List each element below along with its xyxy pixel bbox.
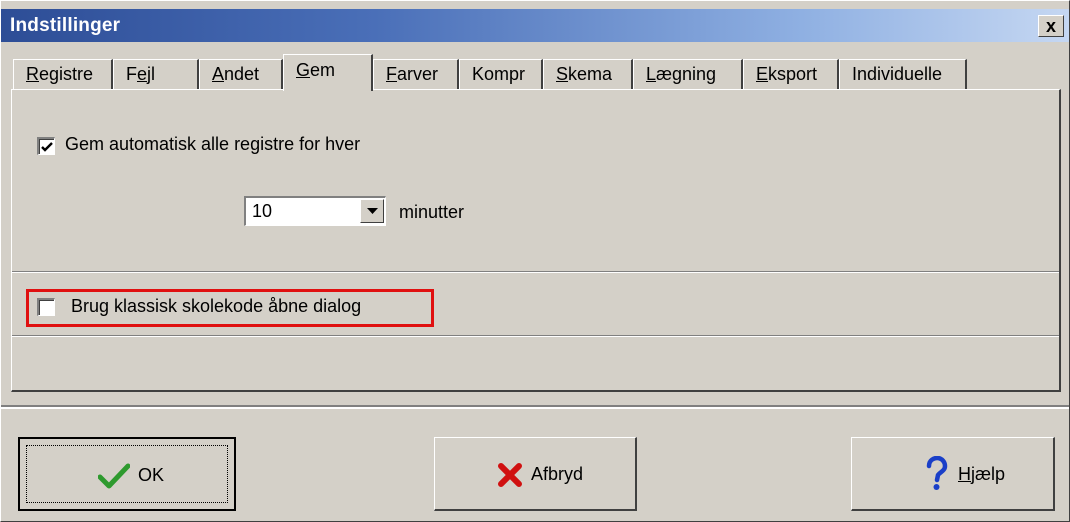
dropdown-button[interactable]	[360, 199, 384, 223]
green-check-icon	[98, 463, 130, 489]
dialog-title: Indstillinger	[10, 15, 121, 36]
tab-kompr[interactable]: Kompr	[459, 59, 543, 89]
autosave-label: Gem automatisk alle registre for hver	[65, 134, 361, 154]
tab-eksport[interactable]: Eksport	[743, 59, 839, 89]
tab-individuelle[interactable]: Individuelle	[839, 59, 967, 89]
tab-laegning[interactable]: Lægning	[633, 59, 743, 89]
checkmark-icon	[41, 142, 53, 152]
autosave-unit-label: minutter	[399, 202, 465, 222]
group-divider	[12, 271, 1059, 273]
cancel-label: Afbryd	[531, 464, 584, 484]
settings-dialog: Indstillinger x Registre Fejl Andet Gem …	[0, 0, 1070, 522]
autosave-interval-select[interactable]: 10	[244, 196, 386, 226]
autosave-interval-value: 10	[252, 201, 273, 221]
tab-farver[interactable]: Farver	[373, 59, 459, 89]
tab-gem[interactable]: Gem	[283, 54, 373, 91]
blue-question-icon	[926, 456, 948, 490]
tab-skema[interactable]: Skema	[543, 59, 633, 89]
tab-andet[interactable]: Andet	[199, 59, 283, 89]
tab-fejl[interactable]: Fejl	[113, 59, 199, 89]
tab-strip: Registre Fejl Andet Gem Farver Kompr Ske…	[13, 54, 1013, 91]
autosave-checkbox[interactable]	[37, 137, 55, 155]
red-x-icon	[498, 463, 522, 487]
button-area-divider	[1, 405, 1069, 409]
chevron-down-icon	[367, 208, 378, 214]
close-icon: x	[1045, 16, 1056, 36]
help-label: Hjælp	[958, 464, 1006, 484]
title-bar: Indstillinger x	[1, 9, 1069, 42]
ok-button[interactable]: OK	[18, 437, 236, 511]
close-button[interactable]: x	[1038, 15, 1064, 37]
ok-label: OK	[138, 465, 165, 485]
highlight-box	[26, 289, 434, 327]
tab-registre[interactable]: Registre	[13, 59, 113, 89]
cancel-button[interactable]: Afbryd	[434, 437, 637, 511]
help-button[interactable]: Hjælp	[851, 437, 1055, 511]
group-divider	[12, 335, 1059, 337]
